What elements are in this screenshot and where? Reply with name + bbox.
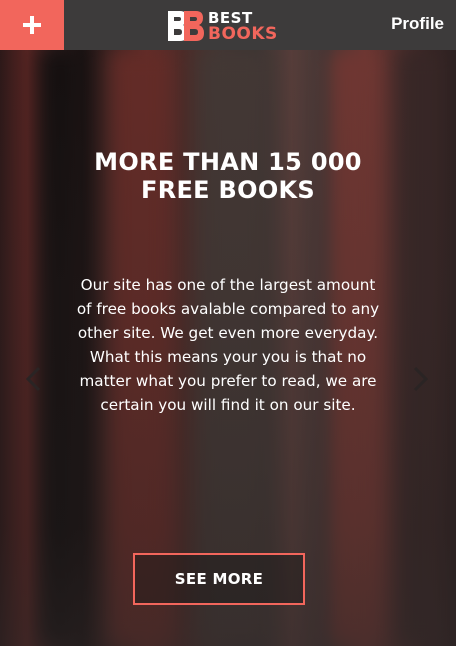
hero-description: Our site has one of the largest amount o… (30, 273, 426, 417)
headline-line: MORE THAN 15 000 (94, 148, 362, 176)
top-bar: BEST BOOKS Profile (0, 0, 456, 50)
logo-wordmark: BEST BOOKS (208, 10, 278, 44)
plus-icon (23, 16, 41, 34)
profile-link[interactable]: Profile (391, 14, 444, 34)
description-line: matter what you prefer to read, we are (79, 372, 377, 390)
description-line: other site. We get even more everyday. (77, 324, 379, 342)
logo-mark-icon (168, 11, 204, 41)
site-logo[interactable]: BEST BOOKS (166, 8, 278, 44)
description-line: Our site has one of the largest amount (80, 276, 376, 294)
hero-carousel: MORE THAN 15 000 FREE BOOKS Our site has… (0, 50, 456, 646)
chevron-left-icon[interactable] (22, 365, 44, 393)
logo-line-books: BOOKS (208, 24, 278, 44)
description-line: of free books avalable compared to any (76, 300, 380, 318)
description-line: certain you will find it on our site. (100, 396, 356, 414)
see-more-button[interactable]: SEE MORE (133, 553, 305, 605)
chevron-right-icon[interactable] (410, 365, 432, 393)
headline-line: FREE BOOKS (141, 176, 315, 204)
hero-headline: MORE THAN 15 000 FREE BOOKS (0, 148, 456, 204)
description-line: What this means your you is that no (89, 348, 367, 366)
add-button[interactable] (0, 0, 64, 50)
